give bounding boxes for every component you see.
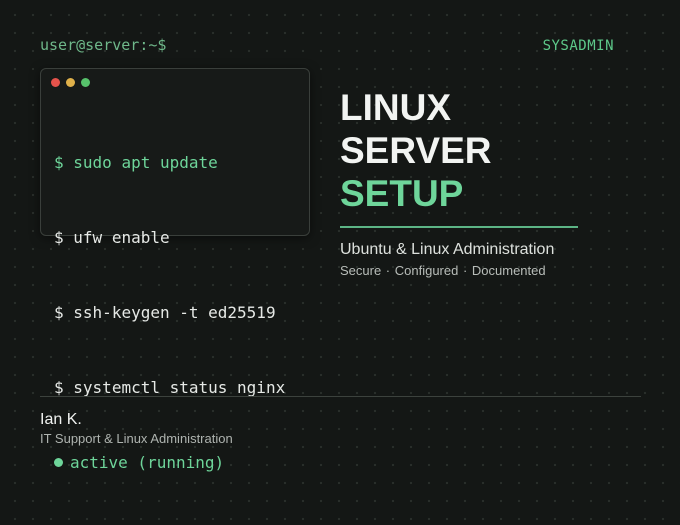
command-text: sudo apt update bbox=[73, 153, 218, 172]
subtitle: Ubuntu & Linux Administration bbox=[340, 241, 555, 258]
terminal-line: $ ufw enable bbox=[54, 225, 285, 250]
headline: LINUX SERVER SETUP bbox=[340, 86, 492, 215]
title-divider bbox=[340, 226, 578, 228]
tagline: Secure · Configured · Documented bbox=[340, 263, 546, 278]
terminal-output: $ sudo apt update $ ufw enable $ ssh-key… bbox=[54, 100, 285, 525]
status-dot-icon bbox=[54, 458, 63, 467]
shell-prompt: user@server:~$ bbox=[40, 36, 167, 54]
maximize-dot-icon bbox=[81, 78, 90, 87]
command-text: systemctl status nginx bbox=[73, 378, 286, 397]
window-controls bbox=[51, 78, 90, 87]
close-dot-icon bbox=[51, 78, 60, 87]
prompt-symbol: $ bbox=[54, 153, 64, 172]
prompt-symbol: $ bbox=[54, 228, 64, 247]
headline-line-3: SETUP bbox=[340, 173, 464, 214]
headline-line-2: SERVER bbox=[340, 130, 492, 171]
footer-divider bbox=[40, 396, 641, 397]
prompt-symbol: $ bbox=[54, 303, 64, 322]
status-text: active (running) bbox=[70, 453, 225, 472]
terminal-line: $ sudo apt update bbox=[54, 150, 285, 175]
category-tag: SYSADMIN bbox=[542, 38, 614, 54]
author-name: Ian K. bbox=[40, 411, 82, 428]
headline-line-1: LINUX bbox=[340, 87, 451, 128]
command-text: ufw enable bbox=[73, 228, 170, 247]
prompt-symbol: $ bbox=[54, 378, 64, 397]
terminal-window: $ sudo apt update $ ufw enable $ ssh-key… bbox=[40, 68, 310, 472]
minimize-dot-icon bbox=[66, 78, 75, 87]
terminal-line: $ ssh-keygen -t ed25519 bbox=[54, 300, 285, 325]
status-line: active (running) bbox=[54, 450, 285, 475]
command-text: ssh-keygen -t ed25519 bbox=[73, 303, 276, 322]
author-role: IT Support & Linux Administration bbox=[40, 431, 233, 446]
